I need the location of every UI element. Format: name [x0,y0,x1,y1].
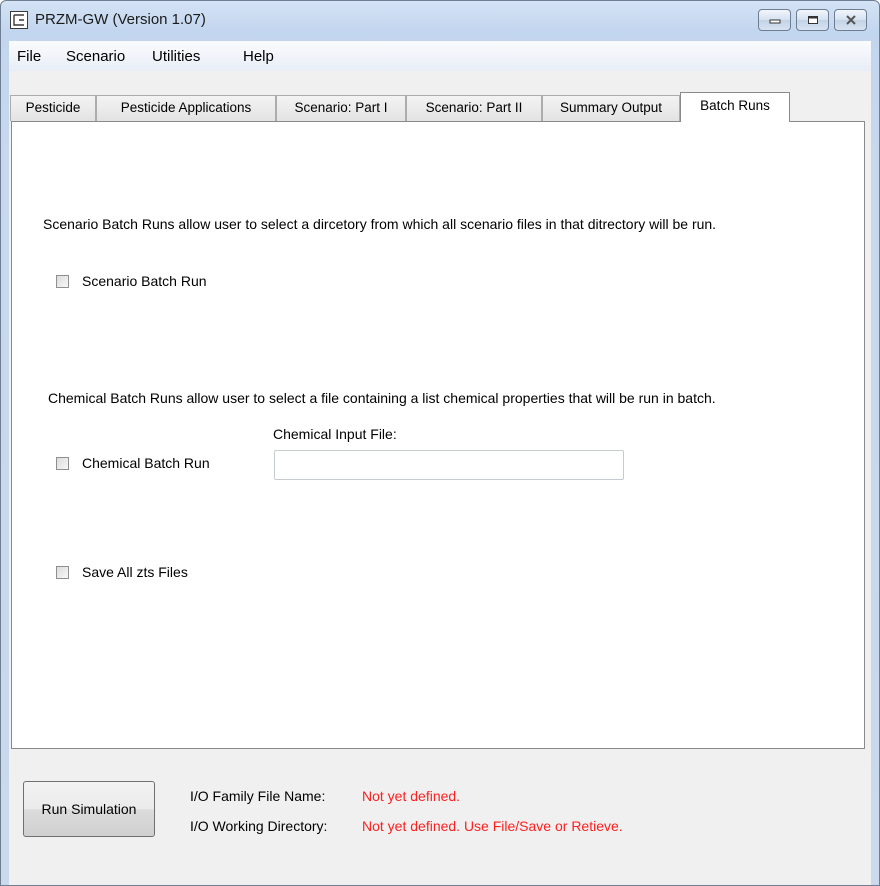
menu-scenario[interactable]: Scenario [66,48,125,65]
maximize-icon [807,16,818,24]
app-icon [10,11,28,29]
batch-runs-panel: Scenario Batch Runs allow user to select… [11,121,865,749]
menu-file[interactable]: File [17,48,41,65]
tab-pesticide[interactable]: Pesticide [10,95,96,121]
tab-pesticide-applications[interactable]: Pesticide Applications [96,95,276,121]
menu-help[interactable]: Help [243,48,274,65]
tab-scenario-part-2[interactable]: Scenario: Part II [406,95,542,121]
working-directory-label: I/O Working Directory: [190,818,328,834]
family-file-value: Not yet defined. [362,788,461,804]
chemical-input-file-field[interactable] [274,450,624,480]
menu-utilities[interactable]: Utilities [152,48,200,65]
close-icon [845,15,856,25]
tab-scenario-part-1[interactable]: Scenario: Part I [276,95,406,121]
title-bar[interactable]: PRZM-GW (Version 1.07) [1,1,879,41]
close-button[interactable] [834,9,867,31]
chemical-batch-description: Chemical Batch Runs allow user to select… [48,390,716,406]
client-area: Pesticide Pesticide Applications Scenari… [9,71,871,885]
app-window: PRZM-GW (Version 1.07) File Scenario Uti… [0,0,880,886]
menu-bar: File Scenario Utilities Help [9,41,871,71]
save-zts-label[interactable]: Save All zts Files [82,564,188,580]
family-file-label: I/O Family File Name: [190,788,326,804]
tab-summary-output[interactable]: Summary Output [542,95,680,121]
working-directory-value: Not yet defined. Use File/Save or Retiev… [362,818,623,834]
scenario-batch-label[interactable]: Scenario Batch Run [82,273,207,289]
minimize-button[interactable] [758,9,791,31]
tab-batch-runs[interactable]: Batch Runs [680,92,790,122]
chemical-batch-checkbox[interactable] [56,457,69,470]
save-zts-checkbox[interactable] [56,566,69,579]
minimize-icon [769,19,780,24]
scenario-batch-checkbox[interactable] [56,275,69,288]
maximize-button[interactable] [796,9,829,31]
window-title: PRZM-GW (Version 1.07) [35,11,206,28]
scenario-batch-description: Scenario Batch Runs allow user to select… [43,216,717,232]
chemical-batch-label[interactable]: Chemical Batch Run [82,455,210,471]
chemical-input-file-label: Chemical Input File: [273,426,397,442]
run-simulation-button[interactable]: Run Simulation [23,781,155,837]
